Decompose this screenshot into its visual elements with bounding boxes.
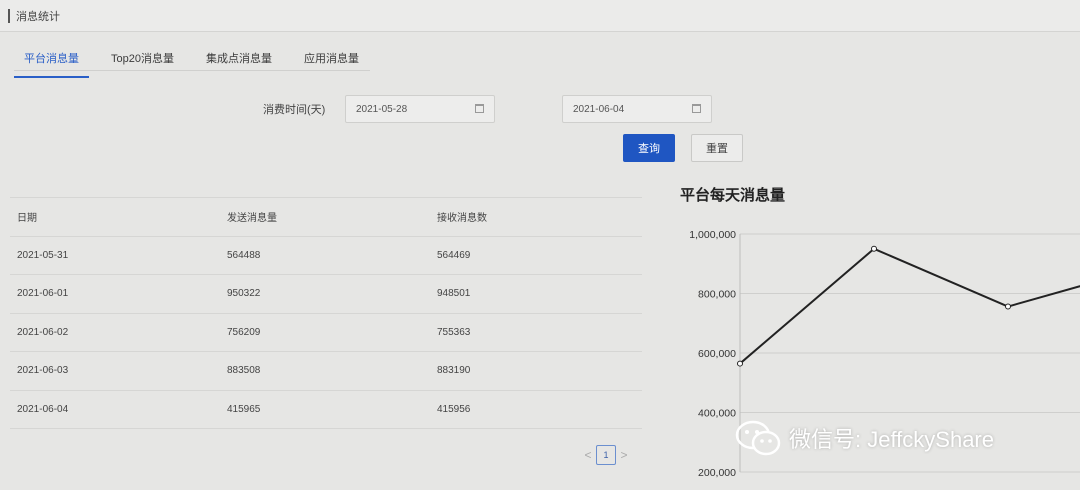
cell-date: 2021-06-04 [17,403,69,415]
tab-top20-volume[interactable]: Top20消息量 [101,44,184,78]
next-page-button[interactable]: > [616,448,632,462]
chart-title: 平台每天消息量 [680,187,786,204]
table-row: 2021-06-03 883508 883190 [10,352,642,391]
calendar-icon [692,104,701,113]
prev-page-button[interactable]: < [580,448,596,462]
end-date-input[interactable]: 2021-06-04 [562,95,712,123]
watermark-text: 微信号: JeffckyShare [789,427,994,452]
tab-bar: 平台消息量 Top20消息量 集成点消息量 应用消息量 [14,44,381,78]
column-header-received: 接收消息数 [437,213,487,225]
stats-table: 日期 发送消息量 接收消息数 2021-05-31 564488 564469 … [10,197,642,429]
table-row: 2021-06-02 756209 755363 [10,314,642,352]
y-tick-label: 600,000 [698,348,736,360]
data-point [871,245,877,252]
page-header: 消息统计 [0,0,1080,32]
tab-app-volume[interactable]: 应用消息量 [294,44,369,78]
tab-integration-volume[interactable]: 集成点消息量 [196,44,282,78]
calendar-icon [475,104,484,113]
cell-date: 2021-05-31 [17,249,69,261]
cell-sent: 415965 [227,403,261,415]
cell-received: 948501 [437,288,471,300]
y-tick-label: 1,000,000 [689,229,736,241]
data-point [1005,303,1011,310]
cell-received: 883190 [437,365,471,377]
cell-received: 415956 [437,403,471,415]
cell-received: 755363 [437,326,471,338]
cell-sent: 950322 [227,288,261,300]
pagination: < 1 > [580,445,632,465]
query-button[interactable]: 查询 [623,134,675,162]
data-point [737,360,743,367]
column-header-sent: 发送消息量 [227,213,277,225]
wechat-watermark: 微信号: JeffckyShare [735,420,994,456]
cell-sent: 756209 [227,326,261,338]
cell-date: 2021-06-02 [17,326,69,338]
table-header-row: 日期 发送消息量 接收消息数 [10,198,642,237]
cell-date: 2021-06-01 [17,288,69,300]
table-row: 2021-06-01 950322 948501 [10,275,642,314]
wechat-icon [735,420,781,456]
tabs-divider [14,70,370,71]
cell-sent: 564488 [227,249,261,261]
series-line [739,247,1080,365]
cell-received: 564469 [437,249,471,261]
y-tick-label: 800,000 [698,289,736,301]
reset-button[interactable]: 重置 [691,134,743,162]
y-tick-label: 400,000 [698,408,736,420]
title-accent-bar [8,8,10,23]
end-date-value: 2021-06-04 [573,104,625,115]
table-row: 2021-05-31 564488 564469 [10,237,642,275]
page-number-button[interactable]: 1 [596,445,616,465]
tab-platform-volume[interactable]: 平台消息量 [14,44,89,78]
cell-sent: 883508 [227,365,261,377]
table-row: 2021-06-04 415965 415956 [10,391,642,429]
y-tick-label: 200,000 [698,467,736,479]
column-header-date: 日期 [17,213,37,225]
consume-time-label: 消费时间(天) [263,104,326,116]
cell-date: 2021-06-03 [17,365,69,377]
start-date-input[interactable]: 2021-05-28 [345,95,495,123]
start-date-value: 2021-05-28 [356,104,408,115]
page-title: 消息统计 [16,10,60,23]
